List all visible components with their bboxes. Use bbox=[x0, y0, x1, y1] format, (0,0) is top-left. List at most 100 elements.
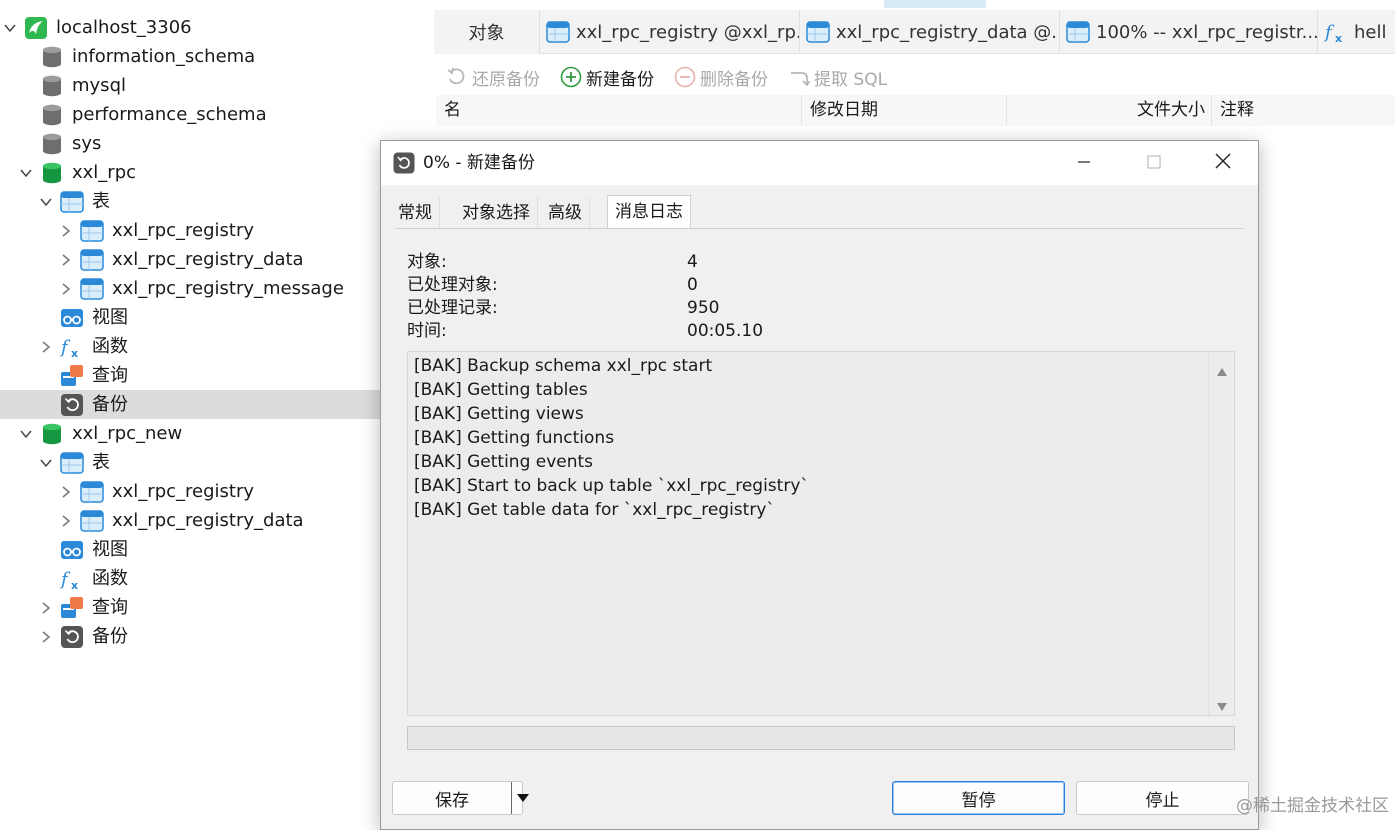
tree-tables-group[interactable]: 表 bbox=[0, 187, 380, 216]
view-icon bbox=[60, 306, 84, 330]
tree-table[interactable]: xxl_rpc_registry bbox=[0, 216, 380, 245]
tree-backups-group[interactable]: 备份 bbox=[0, 390, 380, 419]
backup-icon bbox=[60, 393, 84, 417]
delete-backup-button[interactable]: 删除备份 bbox=[674, 65, 768, 90]
tree-label: 视图 bbox=[92, 307, 128, 328]
function-icon: fx bbox=[1324, 20, 1348, 44]
column-comment[interactable]: 注释 bbox=[1212, 95, 1395, 126]
tree-database[interactable]: performance_schema bbox=[0, 100, 380, 129]
tab-xxl-rpc-registry[interactable]: xxl_rpc_registry @xxl_rp... bbox=[540, 10, 800, 54]
chevron-down-icon[interactable] bbox=[38, 194, 54, 210]
chevron-down-icon[interactable] bbox=[18, 165, 34, 181]
tree-label: xxl_rpc_registry_message bbox=[112, 278, 344, 299]
tab-backup-progress[interactable]: 100% -- xxl_rpc_registr... bbox=[1060, 10, 1318, 54]
svg-text:x: x bbox=[1335, 32, 1342, 44]
column-name[interactable]: 名 bbox=[436, 95, 802, 126]
chevron-right-icon[interactable] bbox=[38, 339, 54, 355]
tree-table[interactable]: xxl_rpc_registry_data bbox=[0, 506, 380, 535]
stop-button[interactable]: 停止 bbox=[1076, 781, 1249, 815]
close-button[interactable] bbox=[1188, 141, 1258, 185]
dialog-title-bar[interactable]: 0% - 新建备份 bbox=[381, 141, 1258, 185]
tree-label: xxl_rpc_new bbox=[72, 423, 183, 444]
minimize-icon bbox=[1077, 154, 1091, 173]
log-lines: [BAK] Backup schema xxl_rpc start [BAK] G… bbox=[414, 354, 1204, 522]
new-backup-dialog: 0% - 新建备份 常规 对象选择 高级 消息日志 对象: 4 已处理对象: 0… bbox=[380, 140, 1259, 830]
new-backup-label: 新建备份 bbox=[586, 69, 654, 90]
tree-views-group[interactable]: 视图 bbox=[0, 535, 380, 564]
stat-label: 对象: bbox=[407, 252, 447, 272]
tree-label: 表 bbox=[92, 191, 110, 212]
new-backup-button[interactable]: 新建备份 bbox=[560, 65, 654, 90]
chevron-right-icon[interactable] bbox=[58, 484, 74, 500]
tree-table[interactable]: xxl_rpc_registry_message bbox=[0, 274, 380, 303]
chevron-right-icon[interactable] bbox=[58, 252, 74, 268]
tree-functions-group[interactable]: f x 函数 bbox=[0, 332, 380, 361]
tree-connection[interactable]: localhost_3306 bbox=[0, 13, 380, 42]
tab-xxl-rpc-registry-data[interactable]: xxl_rpc_registry_data @... bbox=[800, 10, 1060, 54]
pause-button[interactable]: 暂停 bbox=[892, 781, 1065, 815]
tab-function-hell[interactable]: fx hell bbox=[1318, 10, 1395, 54]
database-icon bbox=[40, 74, 64, 98]
tab-message-log[interactable]: 消息日志 bbox=[607, 195, 691, 229]
function-icon: fx bbox=[60, 335, 84, 359]
restore-icon bbox=[446, 66, 468, 88]
save-dropdown-icon[interactable] bbox=[511, 782, 533, 814]
tree-database[interactable]: xxl_rpc bbox=[0, 158, 380, 187]
tree-tables-group[interactable]: 表 bbox=[0, 448, 380, 477]
chevron-right-icon[interactable] bbox=[58, 513, 74, 529]
tree-label: xxl_rpc bbox=[72, 162, 137, 183]
tree-database[interactable]: mysql bbox=[0, 71, 380, 100]
chevron-right-icon[interactable] bbox=[58, 281, 74, 297]
tab-general[interactable]: 常规 bbox=[391, 197, 440, 229]
tree-label: 函数 bbox=[92, 568, 128, 589]
chevron-right-icon[interactable] bbox=[38, 600, 54, 616]
tab-advanced[interactable]: 高级 bbox=[541, 197, 590, 229]
database-icon bbox=[40, 103, 64, 127]
tree-database[interactable]: xxl_rpc_new bbox=[0, 419, 380, 448]
scroll-down-icon[interactable] bbox=[1216, 697, 1228, 711]
scroll-up-icon[interactable] bbox=[1216, 362, 1228, 376]
column-file-size[interactable]: 文件大小 bbox=[1007, 95, 1212, 126]
delete-backup-label: 删除备份 bbox=[700, 69, 768, 90]
restore-backup-button[interactable]: 还原备份 bbox=[446, 65, 540, 90]
tree-table[interactable]: xxl_rpc_registry bbox=[0, 477, 380, 506]
chevron-down-icon[interactable] bbox=[38, 455, 54, 471]
table-icon bbox=[80, 480, 104, 504]
stop-label: 停止 bbox=[1145, 790, 1180, 811]
tab-object-selection[interactable]: 对象选择 bbox=[455, 197, 538, 229]
tree-queries-group[interactable]: 查询 bbox=[0, 593, 380, 622]
save-label: 保存 bbox=[435, 790, 469, 811]
minimize-button[interactable] bbox=[1049, 141, 1119, 185]
tree-database[interactable]: information_schema bbox=[0, 42, 380, 71]
extract-sql-button[interactable]: 提取 SQL bbox=[788, 65, 887, 90]
log-scrollbar[interactable] bbox=[1208, 352, 1234, 715]
tree-table[interactable]: xxl_rpc_registry_data bbox=[0, 245, 380, 274]
tree-label: 函数 bbox=[92, 336, 128, 357]
tab-objects[interactable]: 对象 bbox=[434, 10, 540, 54]
tree-functions-group[interactable]: f x 函数 bbox=[0, 564, 380, 593]
tree-queries-group[interactable]: 查询 bbox=[0, 361, 380, 390]
chevron-down-icon[interactable] bbox=[2, 20, 18, 36]
database-icon bbox=[40, 132, 64, 156]
chevron-down-icon[interactable] bbox=[18, 426, 34, 442]
tree-backups-group[interactable]: 备份 bbox=[0, 622, 380, 651]
add-icon bbox=[560, 66, 582, 88]
backup-list-header: 名 修改日期 文件大小 注释 bbox=[436, 95, 1395, 126]
table-icon bbox=[546, 20, 570, 44]
maximize-button[interactable] bbox=[1119, 141, 1189, 185]
backup-progress-bar bbox=[407, 726, 1235, 750]
query-icon bbox=[60, 364, 84, 388]
tree-label: 查询 bbox=[92, 597, 128, 618]
chevron-right-icon[interactable] bbox=[58, 223, 74, 239]
tree-database[interactable]: sys bbox=[0, 129, 380, 158]
column-modified-date[interactable]: 修改日期 bbox=[802, 95, 1007, 126]
chevron-right-icon[interactable] bbox=[38, 629, 54, 645]
message-log-panel: 对象: 4 已处理对象: 0 已处理记录: 950 时间: 00:05.10 [… bbox=[395, 228, 1243, 758]
save-button[interactable]: 保存 bbox=[392, 781, 529, 815]
tree-views-group[interactable]: 视图 bbox=[0, 303, 380, 332]
log-textbox[interactable]: [BAK] Backup schema xxl_rpc start [BAK] G… bbox=[407, 351, 1235, 716]
log-line: [BAK] Get table data for `xxl_rpc_regist… bbox=[414, 500, 775, 520]
